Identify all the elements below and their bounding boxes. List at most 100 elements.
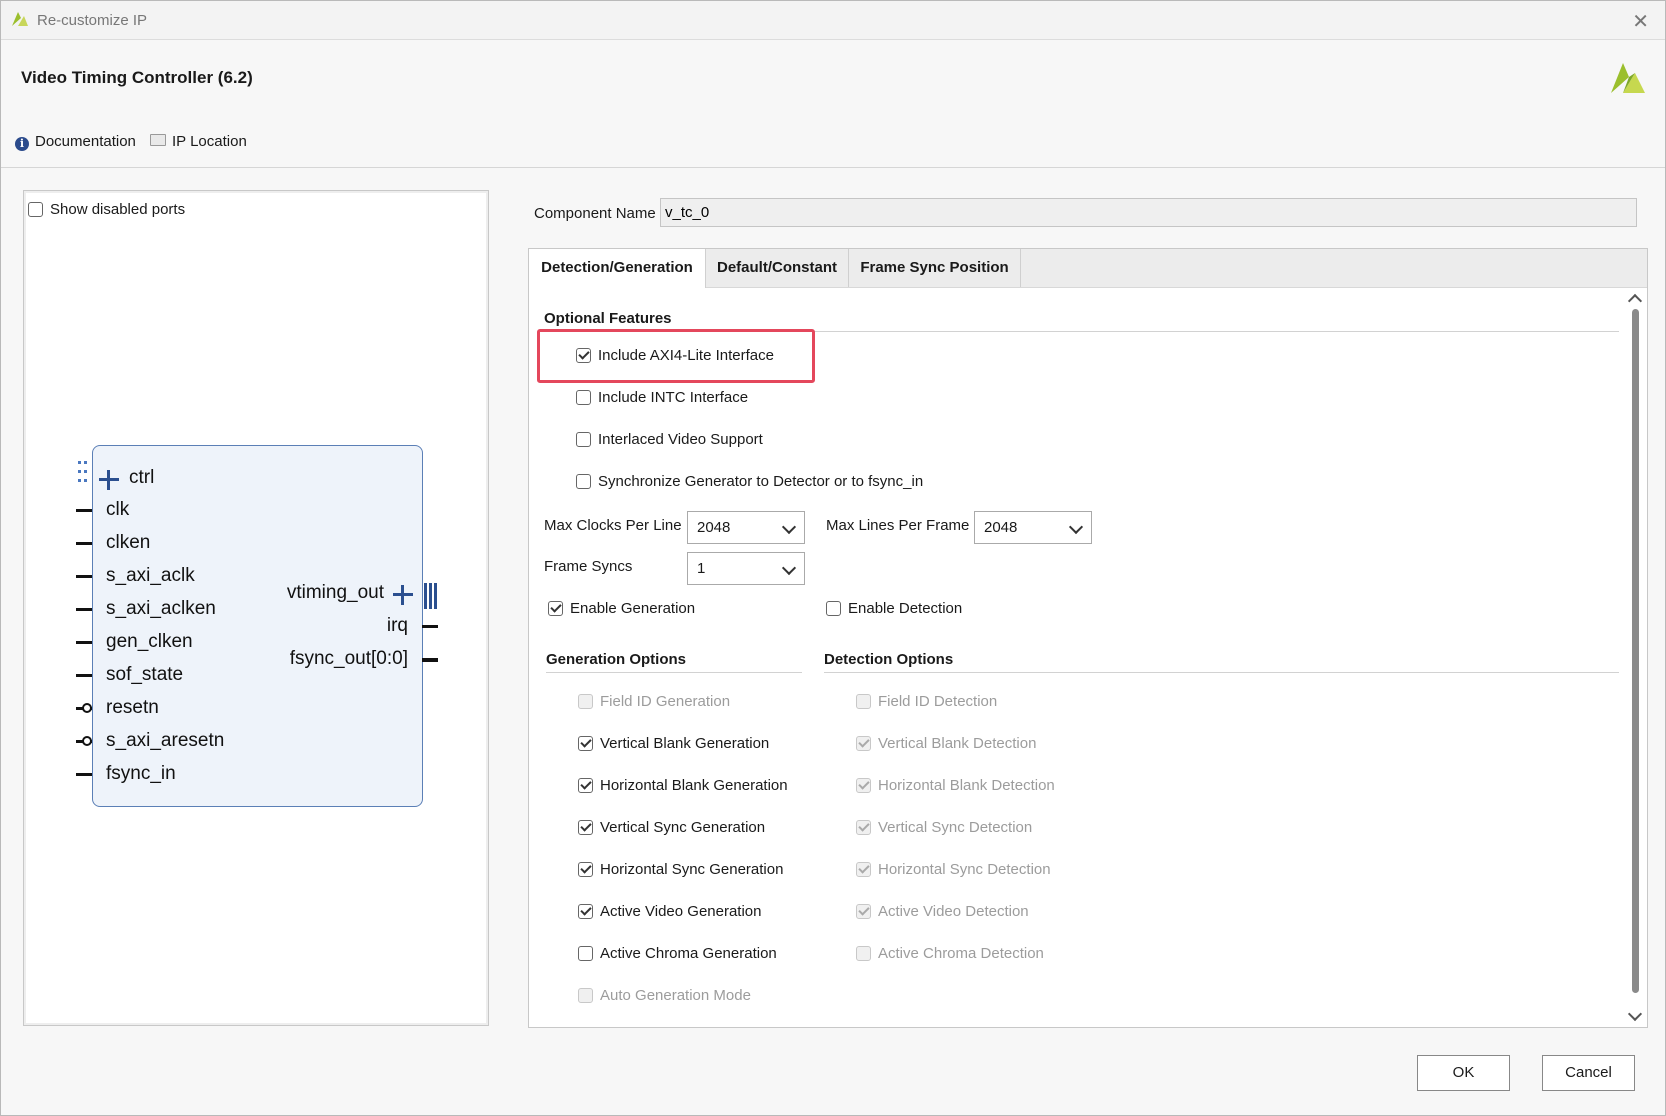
checkbox-icon: [578, 946, 593, 961]
max-clocks-label: Max Clocks Per Line: [544, 517, 682, 534]
max-clocks-select[interactable]: 2048: [687, 511, 805, 544]
divider: [546, 672, 802, 673]
enable-detection-checkbox[interactable]: Enable Detection: [826, 600, 962, 617]
interface-marker-icon: [78, 461, 88, 483]
xilinx-logo-icon: [1611, 63, 1645, 93]
vertical-sync-detection-checkbox: Vertical Sync Detection: [856, 819, 1032, 836]
vertical-blank-detection-checkbox: Vertical Blank Detection: [856, 735, 1036, 752]
checkbox-icon: [578, 778, 593, 793]
vertical-sync-generation-checkbox[interactable]: Vertical Sync Generation: [578, 819, 765, 836]
max-lines-select[interactable]: 2048: [974, 511, 1092, 544]
frame-syncs-label: Frame Syncs: [544, 558, 633, 575]
checkbox-icon: [856, 946, 871, 961]
divider: [824, 672, 1619, 673]
ip-block: ctrl clk clken s_axi_aclk s_axi_aclken g…: [92, 445, 423, 807]
checkbox-icon: [578, 736, 593, 751]
field-id-detection-checkbox: Field ID Detection: [856, 693, 997, 710]
expand-plus-icon[interactable]: [393, 585, 413, 605]
vertical-scrollbar[interactable]: [1627, 291, 1643, 1024]
port-label: clk: [106, 499, 130, 520]
checkbox-icon: [856, 778, 871, 793]
field-id-generation-checkbox: Field ID Generation: [578, 693, 730, 710]
max-lines-label: Max Lines Per Frame: [826, 517, 970, 534]
port-label: clken: [106, 532, 151, 553]
component-name-input[interactable]: [660, 198, 1637, 227]
checkbox-icon: [28, 202, 43, 217]
port-label: fsync_in: [106, 763, 176, 784]
checkbox-icon: [578, 862, 593, 877]
scroll-up-icon[interactable]: [1627, 293, 1643, 309]
documentation-link[interactable]: i Documentation: [15, 133, 136, 151]
active-chroma-generation-checkbox[interactable]: Active Chroma Generation: [578, 945, 777, 962]
active-video-generation-checkbox[interactable]: Active Video Generation: [578, 903, 762, 920]
active-chroma-detection-checkbox: Active Chroma Detection: [856, 945, 1044, 962]
tab-frame-sync-position[interactable]: Frame Sync Position: [849, 249, 1021, 287]
active-video-detection-checkbox: Active Video Detection: [856, 903, 1029, 920]
include-intc-checkbox[interactable]: Include INTC Interface: [576, 389, 748, 406]
detection-options-title: Detection Options: [824, 651, 954, 668]
port-pin: [76, 509, 92, 512]
interlaced-video-checkbox[interactable]: Interlaced Video Support: [576, 431, 763, 448]
synchronize-generator-checkbox[interactable]: Synchronize Generator to Detector or to …: [576, 473, 923, 490]
port-pin: [76, 608, 92, 611]
show-disabled-ports-checkbox[interactable]: Show disabled ports: [28, 201, 185, 218]
port-label: resetn: [106, 697, 159, 718]
port-label: irq: [386, 615, 408, 636]
tab-default-constant[interactable]: Default/Constant: [706, 249, 849, 287]
active-low-bubble-icon: [82, 703, 92, 713]
vivado-logo-icon: [12, 12, 28, 26]
checkbox-icon: [826, 601, 841, 616]
ok-button[interactable]: OK: [1417, 1055, 1510, 1091]
ip-title: Video Timing Controller (6.2): [21, 68, 253, 87]
cancel-button[interactable]: Cancel: [1542, 1055, 1635, 1091]
chevron-down-icon: [1068, 519, 1084, 535]
horizontal-sync-detection-checkbox: Horizontal Sync Detection: [856, 861, 1051, 878]
scroll-down-icon[interactable]: [1627, 1006, 1643, 1022]
ip-location-link[interactable]: IP Location: [150, 133, 247, 150]
port-label: fsync_out[0:0]: [289, 648, 408, 669]
checkbox-icon: [578, 904, 593, 919]
generation-options-title: Generation Options: [546, 651, 687, 668]
port-pin: [76, 575, 92, 578]
port-pin: [76, 542, 92, 545]
active-low-bubble-icon: [82, 736, 92, 746]
scrollbar-thumb[interactable]: [1632, 309, 1639, 993]
dialog-header: Video Timing Controller (6.2) i Documenta…: [1, 41, 1665, 168]
chevron-down-icon: [781, 519, 797, 535]
tab-detection-generation[interactable]: Detection/Generation: [529, 249, 706, 288]
checkbox-icon: [576, 474, 591, 489]
port-label: vtiming_out: [286, 582, 384, 603]
auto-generation-mode-checkbox: Auto Generation Mode: [578, 987, 751, 1004]
checkbox-icon: [548, 601, 563, 616]
component-name-label: Component Name: [534, 205, 656, 222]
dialog-window: Re-customize IP ✕ Video Timing Controlle…: [0, 0, 1666, 1116]
checkbox-icon: [578, 694, 593, 709]
close-icon[interactable]: ✕: [1632, 9, 1649, 34]
port-label: sof_state: [106, 664, 184, 685]
port-pin: [76, 641, 92, 644]
checkbox-icon: [578, 820, 593, 835]
checkbox-icon: [856, 694, 871, 709]
port-label: s_axi_aclk: [106, 565, 195, 586]
checkbox-icon: [856, 820, 871, 835]
expand-plus-icon[interactable]: [99, 470, 119, 490]
port-pin: [422, 625, 438, 628]
bus-pin-icon: [422, 583, 438, 609]
checkbox-icon: [576, 432, 591, 447]
horizontal-sync-generation-checkbox[interactable]: Horizontal Sync Generation: [578, 861, 783, 878]
chevron-down-icon: [781, 560, 797, 576]
port-label: ctrl: [129, 467, 155, 488]
checkbox-icon: [856, 862, 871, 877]
vertical-blank-generation-checkbox[interactable]: Vertical Blank Generation: [578, 735, 769, 752]
frame-syncs-select[interactable]: 1: [687, 552, 805, 585]
ip-symbol-panel: Show disabled ports ctrl clk clken s_axi…: [23, 190, 489, 1026]
optional-features-title: Optional Features: [544, 310, 672, 327]
folder-icon: [150, 134, 166, 146]
enable-generation-checkbox[interactable]: Enable Generation: [548, 600, 695, 617]
horizontal-blank-generation-checkbox[interactable]: Horizontal Blank Generation: [578, 777, 788, 794]
checkbox-icon: [856, 736, 871, 751]
checkbox-icon: [856, 904, 871, 919]
checkbox-icon: [576, 390, 591, 405]
horizontal-blank-detection-checkbox: Horizontal Blank Detection: [856, 777, 1055, 794]
port-label: s_axi_aresetn: [106, 730, 225, 751]
